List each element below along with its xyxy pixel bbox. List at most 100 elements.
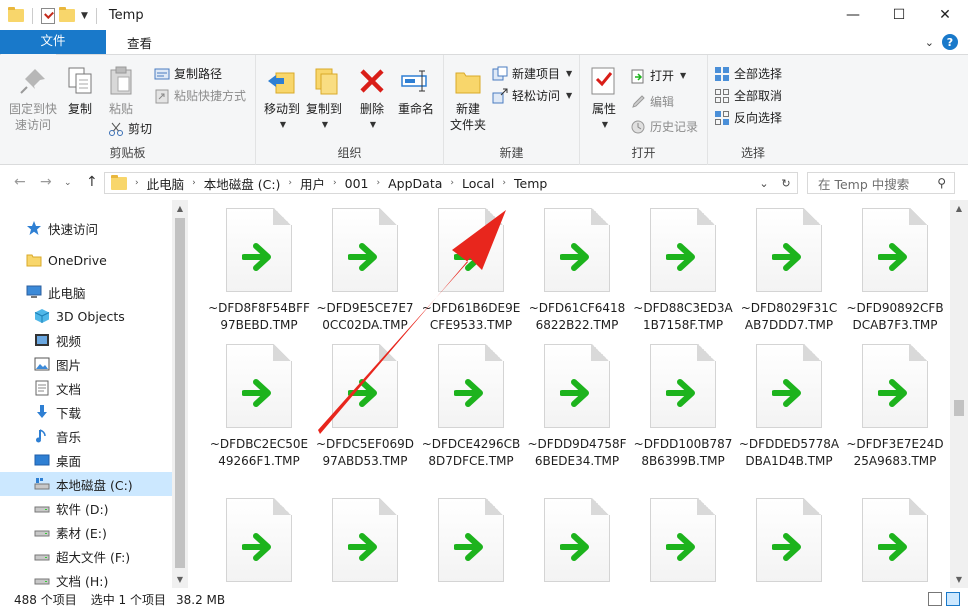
chevron-right-icon[interactable]: › <box>286 178 294 188</box>
file-grid[interactable]: ~DFD8F8F54BFF97BEBD.TMP ~DFD9E5CE7E70CC02… <box>188 200 950 588</box>
file-item[interactable] <box>312 490 418 588</box>
select-all-button[interactable]: 全部选择 <box>714 65 782 82</box>
pin-quick-access-button[interactable]: 固定到快 速访问 <box>6 65 60 133</box>
breadcrumb-local[interactable]: Local <box>456 176 500 191</box>
edit-button[interactable]: 编辑 <box>630 93 674 110</box>
file-item[interactable]: ~DFDBC2EC50E49266F1.TMP <box>206 336 312 470</box>
file-item[interactable]: ~DFDD100B7878B6399B.TMP <box>630 336 736 470</box>
customize-toolbar-icon[interactable]: ▼ <box>81 11 88 21</box>
chevron-right-icon[interactable]: › <box>448 178 456 188</box>
sidebar-item-documents[interactable]: 文档 <box>0 376 172 400</box>
copy-button[interactable]: 复制 <box>62 65 98 117</box>
search-input[interactable]: 在 Temp 中搜索 ⚲ <box>807 172 955 194</box>
chevron-right-icon[interactable]: › <box>375 178 383 188</box>
file-item[interactable] <box>524 490 630 588</box>
forward-arrow-icon[interactable]: → <box>40 174 52 190</box>
quick-access-toolbar: ▼ <box>0 7 101 24</box>
large-icons-view-icon[interactable] <box>946 592 960 606</box>
sidebar-item-onedrive[interactable]: OneDrive <box>0 248 172 272</box>
close-button[interactable]: ✕ <box>922 0 968 30</box>
refresh-icon[interactable]: ↻ <box>775 177 797 190</box>
easy-access-button[interactable]: 轻松访问 ▼ <box>492 87 572 104</box>
paste-shortcut-button[interactable]: 粘贴快捷方式 <box>154 87 246 104</box>
sidebar-item-quick-access[interactable]: 快速访问 <box>0 216 172 240</box>
file-item[interactable]: ~DFD61B6DE9ECFE9533.TMP <box>418 200 524 334</box>
new-folder-icon[interactable] <box>59 7 75 22</box>
breadcrumb-users[interactable]: 用户 <box>294 174 331 193</box>
file-item[interactable]: ~DFD61CF64186822B22.TMP <box>524 200 630 334</box>
copy-to-button[interactable]: 复制到 ▼ <box>302 65 346 133</box>
help-icon[interactable]: ? <box>942 34 958 50</box>
paste-button[interactable]: 粘贴 <box>103 65 139 117</box>
file-item[interactable]: ~DFD8029F31CAB7DDD7.TMP <box>736 200 842 334</box>
tab-file[interactable]: 文件 <box>0 30 106 54</box>
sidebar-item-downloads[interactable]: 下载 <box>0 400 172 424</box>
folder-icon <box>26 254 42 267</box>
file-item[interactable]: ~DFDD9D4758F6BEDE34.TMP <box>524 336 630 470</box>
select-none-button[interactable]: 全部取消 <box>714 87 782 104</box>
file-item[interactable] <box>630 490 736 588</box>
recent-locations-icon[interactable]: ⌄ <box>64 178 72 188</box>
sidebar-item-materials-e[interactable]: 素材 (E:) <box>0 520 172 544</box>
delete-button[interactable]: 删除 ▼ <box>354 65 390 133</box>
invert-selection-button[interactable]: 反向选择 <box>714 109 782 126</box>
chevron-right-icon[interactable]: › <box>500 178 508 188</box>
scroll-down-icon[interactable]: ▼ <box>172 575 188 584</box>
file-item[interactable]: ~DFD9E5CE7E70CC02DA.TMP <box>312 200 418 334</box>
sidebar-item-pictures[interactable]: 图片 <box>0 352 172 376</box>
back-arrow-icon[interactable]: ← <box>14 174 26 190</box>
tab-view[interactable]: 查看 <box>112 30 167 54</box>
sidebar-item-this-pc[interactable]: 此电脑 <box>0 280 172 304</box>
properties-icon[interactable] <box>41 7 55 24</box>
scroll-up-icon[interactable]: ▲ <box>172 204 188 213</box>
breadcrumb-local-disk[interactable]: 本地磁盘 (C:) <box>198 174 287 193</box>
address-dropdown-icon[interactable]: ⌄ <box>753 177 775 190</box>
content-scroll-thumb[interactable] <box>954 400 964 416</box>
file-item[interactable]: ~DFDCE4296CB8D7DFCE.TMP <box>418 336 524 470</box>
file-item[interactable]: ~DFDF3E7E24D25A9683.TMP <box>842 336 948 470</box>
scroll-up-icon[interactable]: ▲ <box>950 204 968 213</box>
new-folder-button[interactable]: 新建 文件夹 <box>450 65 486 133</box>
chevron-right-icon[interactable]: › <box>190 178 198 188</box>
chevron-right-icon[interactable]: › <box>331 178 339 188</box>
sidebar-item-software-d[interactable]: 软件 (D:) <box>0 496 172 520</box>
sidebar-item-local-disk-c[interactable]: 本地磁盘 (C:) <box>0 472 172 496</box>
sidebar-scroll-thumb[interactable] <box>175 218 185 568</box>
search-icon[interactable]: ⚲ <box>937 176 946 190</box>
file-item[interactable] <box>842 490 948 588</box>
cut-button[interactable]: 剪切 <box>108 120 152 137</box>
sidebar-item-videos[interactable]: 视频 <box>0 328 172 352</box>
open-button[interactable]: 打开 ▼ <box>630 67 686 84</box>
file-item[interactable]: ~DFD88C3ED3A1B7158F.TMP <box>630 200 736 334</box>
file-item[interactable] <box>206 490 312 588</box>
file-item[interactable] <box>736 490 842 588</box>
file-item[interactable]: ~DFDC5EF069D97ABD53.TMP <box>312 336 418 470</box>
minimize-button[interactable]: — <box>830 0 876 30</box>
maximize-button[interactable]: ☐ <box>876 0 922 30</box>
new-item-button[interactable]: 新建项目 ▼ <box>492 65 572 82</box>
scroll-down-icon[interactable]: ▼ <box>950 575 968 584</box>
sidebar-item-large-files-f[interactable]: 超大文件 (F:) <box>0 544 172 568</box>
file-item[interactable]: ~DFD8F8F54BFF97BEBD.TMP <box>206 200 312 334</box>
breadcrumb-temp[interactable]: Temp <box>508 176 553 191</box>
sidebar-item-desktop[interactable]: 桌面 <box>0 448 172 472</box>
file-item[interactable]: ~DFDDED5778ADBA1D4B.TMP <box>736 336 842 470</box>
file-item[interactable]: ~DFD90892CFBDCAB7F3.TMP <box>842 200 948 334</box>
breadcrumb-appdata[interactable]: AppData <box>382 176 448 191</box>
chevron-down-icon[interactable]: ⌄ <box>925 36 934 49</box>
file-item[interactable] <box>418 490 524 588</box>
move-to-button[interactable]: 移动到 ▼ <box>260 65 304 133</box>
history-button[interactable]: 历史记录 <box>630 118 698 135</box>
properties-button[interactable]: 属性 ▼ <box>586 65 622 133</box>
details-view-icon[interactable] <box>928 592 942 606</box>
sidebar-scrollbar[interactable]: ▲ ▼ <box>172 200 188 588</box>
sidebar-item-music[interactable]: 音乐 <box>0 424 172 448</box>
breadcrumb-this-pc[interactable]: 此电脑 <box>141 174 191 193</box>
copy-path-button[interactable]: 复制路径 <box>154 65 222 82</box>
up-arrow-icon[interactable]: ↑ <box>86 174 98 190</box>
sidebar-item-3d-objects[interactable]: 3D Objects <box>0 304 172 328</box>
rename-button[interactable]: 重命名 <box>394 65 438 117</box>
address-bar[interactable]: › 此电脑 › 本地磁盘 (C:) › 用户 › 001 › AppData ›… <box>104 172 798 194</box>
breadcrumb-001[interactable]: 001 <box>339 176 375 191</box>
content-scrollbar[interactable]: ▲ ▼ <box>950 200 968 588</box>
